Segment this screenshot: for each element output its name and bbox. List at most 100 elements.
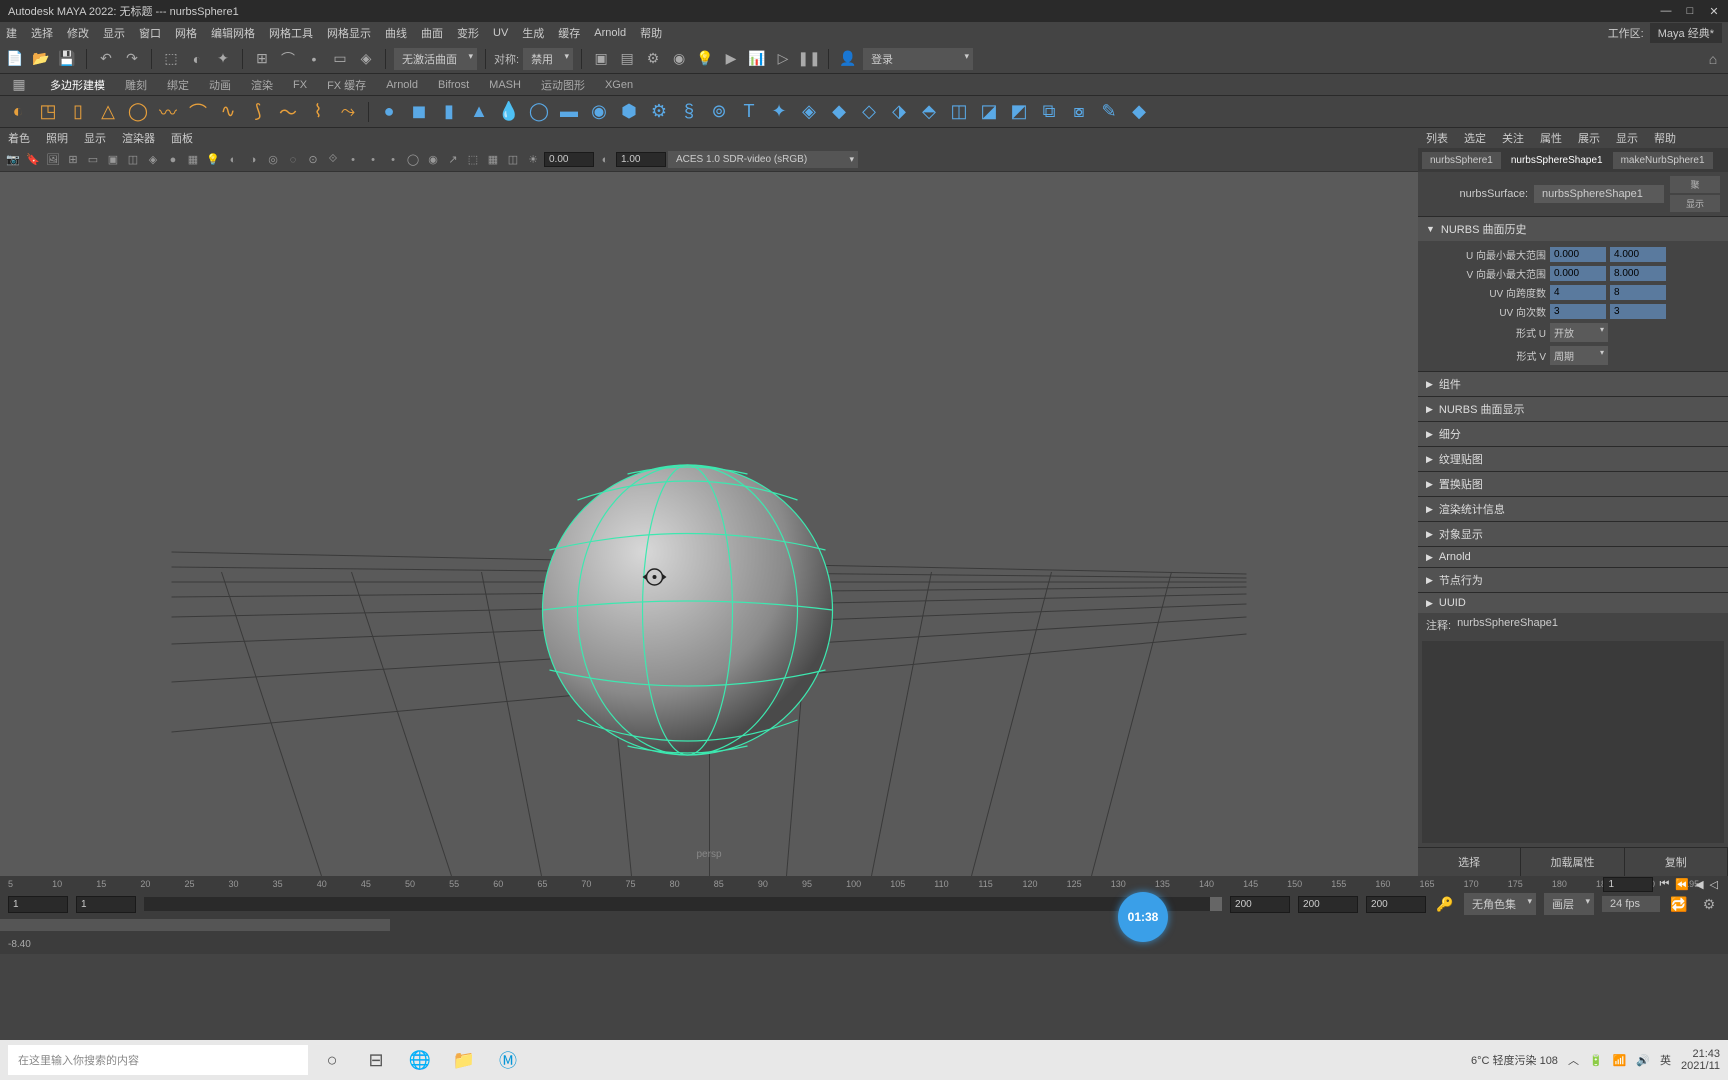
- vp-exposure-input[interactable]: [544, 152, 594, 167]
- menu-modify[interactable]: 修改: [67, 25, 89, 41]
- prim-svg-icon[interactable]: ✦: [765, 98, 793, 126]
- menu-cache[interactable]: 缓存: [558, 25, 580, 41]
- menu-mesh[interactable]: 网格: [175, 25, 197, 41]
- vp-ao-icon[interactable]: ◑: [244, 151, 262, 169]
- anim-end2-input[interactable]: [1366, 896, 1426, 913]
- menu-create[interactable]: 建: [6, 25, 17, 41]
- annotation-textarea[interactable]: [1422, 641, 1724, 843]
- vp-misc1-icon[interactable]: •: [344, 151, 362, 169]
- explorer-icon[interactable]: 📁: [444, 1044, 484, 1076]
- vp-misc2-icon[interactable]: •: [364, 151, 382, 169]
- prim-drop-icon[interactable]: 💧: [495, 98, 523, 126]
- vp-misc7-icon[interactable]: ⬚: [464, 151, 482, 169]
- tray-chevron-icon[interactable]: ︿: [1568, 1052, 1579, 1068]
- vp-bone-icon[interactable]: ⟐: [324, 151, 342, 169]
- vp-tex-icon[interactable]: ▦: [184, 151, 202, 169]
- attr-surface-value[interactable]: nurbsSphereShape1: [1534, 185, 1664, 203]
- vp-misc3-icon[interactable]: •: [384, 151, 402, 169]
- prim-gear-icon[interactable]: ⚙: [645, 98, 673, 126]
- battery-icon[interactable]: 🔋: [1589, 1054, 1603, 1067]
- section-header[interactable]: ▶组件: [1418, 372, 1728, 396]
- curve6-icon[interactable]: ⌇: [304, 98, 332, 126]
- tool4-icon[interactable]: ⬗: [885, 98, 913, 126]
- symmetry-dropdown[interactable]: 禁用: [523, 48, 573, 70]
- attr-menu-list[interactable]: 列表: [1426, 130, 1448, 146]
- attr-menu-attrs[interactable]: 属性: [1540, 130, 1562, 146]
- ime-indicator[interactable]: 英: [1660, 1052, 1671, 1068]
- prim-text-icon[interactable]: T: [735, 98, 763, 126]
- cortana-icon[interactable]: ○: [312, 1044, 352, 1076]
- vp-film-icon[interactable]: ▭: [84, 151, 102, 169]
- vp-menu-renderer[interactable]: 渲染器: [122, 130, 155, 146]
- vp-wire-icon[interactable]: ◈: [144, 151, 162, 169]
- vp-exposure-icon[interactable]: ☀: [524, 151, 542, 169]
- menu-help[interactable]: 帮助: [640, 25, 662, 41]
- tool11-icon[interactable]: ✎: [1095, 98, 1123, 126]
- attr-menu-focus[interactable]: 关注: [1502, 130, 1524, 146]
- login-dropdown[interactable]: 登录: [863, 48, 973, 70]
- tool8-icon[interactable]: ◩: [1005, 98, 1033, 126]
- section-header[interactable]: ▶Arnold: [1418, 547, 1728, 567]
- command-handle[interactable]: [0, 919, 390, 931]
- select-icon[interactable]: ⬚: [160, 48, 182, 70]
- shelf-tab-fxcache[interactable]: FX 缓存: [327, 77, 366, 93]
- minimize-button[interactable]: —: [1660, 5, 1672, 17]
- range-handle[interactable]: [1210, 897, 1222, 911]
- redo-icon[interactable]: ↷: [121, 48, 143, 70]
- shelf-tab-render[interactable]: 渲染: [251, 77, 273, 93]
- attr-focus-button[interactable]: 聚: [1670, 176, 1720, 193]
- vp-menu-lighting[interactable]: 照明: [46, 130, 68, 146]
- anim-start-input[interactable]: [8, 896, 68, 913]
- menu-mesh-tools[interactable]: 网格工具: [269, 25, 313, 41]
- paint-select-icon[interactable]: ✦: [212, 48, 234, 70]
- section-header[interactable]: ▶纹理贴图: [1418, 447, 1728, 471]
- lasso-icon[interactable]: ◐: [186, 48, 208, 70]
- tool7-icon[interactable]: ◪: [975, 98, 1003, 126]
- tool12-icon[interactable]: ◆: [1125, 98, 1153, 126]
- menu-uv[interactable]: UV: [493, 27, 508, 39]
- vp-grid-icon[interactable]: ⊞: [64, 151, 82, 169]
- menu-arnold[interactable]: Arnold: [594, 27, 626, 39]
- shelf-tab-mash[interactable]: MASH: [489, 79, 521, 91]
- open-scene-icon[interactable]: 📂: [30, 48, 52, 70]
- vp-misc4-icon[interactable]: ◯: [404, 151, 422, 169]
- prim-pipe-icon[interactable]: ⊚: [705, 98, 733, 126]
- rewind-icon[interactable]: ⏮: [1659, 878, 1669, 891]
- v-min-input[interactable]: [1550, 266, 1606, 281]
- shelf-tab-sculpt[interactable]: 雕刻: [125, 77, 147, 93]
- render-icon[interactable]: ▣: [590, 48, 612, 70]
- maya-icon[interactable]: Ⓜ: [488, 1044, 528, 1076]
- shelf-tab-fx[interactable]: FX: [293, 79, 307, 91]
- shelf-tab-xgen[interactable]: XGen: [605, 79, 633, 91]
- vp-cam-icon[interactable]: 📷: [4, 151, 22, 169]
- layer-dropdown[interactable]: 画层: [1544, 893, 1594, 915]
- vp-gamma-icon[interactable]: ◐: [596, 151, 614, 169]
- polytorus-icon[interactable]: ◯: [124, 98, 152, 126]
- charset-dropdown[interactable]: 无角色集: [1464, 893, 1536, 915]
- user-icon[interactable]: 👤: [837, 48, 859, 70]
- vp-menu-shading[interactable]: 着色: [8, 130, 30, 146]
- shelf-tab-anim[interactable]: 动画: [209, 77, 231, 93]
- vp-joint-icon[interactable]: ⊙: [304, 151, 322, 169]
- prim-cone-icon[interactable]: ▲: [465, 98, 493, 126]
- vp-misc5-icon[interactable]: ◉: [424, 151, 442, 169]
- menu-deform[interactable]: 变形: [457, 25, 479, 41]
- prim-torus-icon[interactable]: ◯: [525, 98, 553, 126]
- prim-plane-icon[interactable]: ▬: [555, 98, 583, 126]
- home-icon[interactable]: ⌂: [1702, 48, 1724, 70]
- clock-time[interactable]: 21:43: [1681, 1048, 1720, 1060]
- section-header[interactable]: ▶细分: [1418, 422, 1728, 446]
- prim-cylinder-icon[interactable]: ▮: [435, 98, 463, 126]
- prev-key-icon[interactable]: ◀: [1695, 878, 1703, 891]
- menu-curves[interactable]: 曲线: [385, 25, 407, 41]
- save-scene-icon[interactable]: 💾: [56, 48, 78, 70]
- menu-window[interactable]: 窗口: [139, 25, 161, 41]
- u-min-input[interactable]: [1550, 247, 1606, 262]
- u-degree-input[interactable]: [1550, 304, 1606, 319]
- current-frame-input[interactable]: [1603, 877, 1653, 892]
- range-end-input[interactable]: [1230, 896, 1290, 913]
- vp-light-icon[interactable]: 💡: [204, 151, 222, 169]
- tool1-icon[interactable]: ◈: [795, 98, 823, 126]
- vp-misc9-icon[interactable]: ◫: [504, 151, 522, 169]
- shelf-tab-motion[interactable]: 运动图形: [541, 77, 585, 93]
